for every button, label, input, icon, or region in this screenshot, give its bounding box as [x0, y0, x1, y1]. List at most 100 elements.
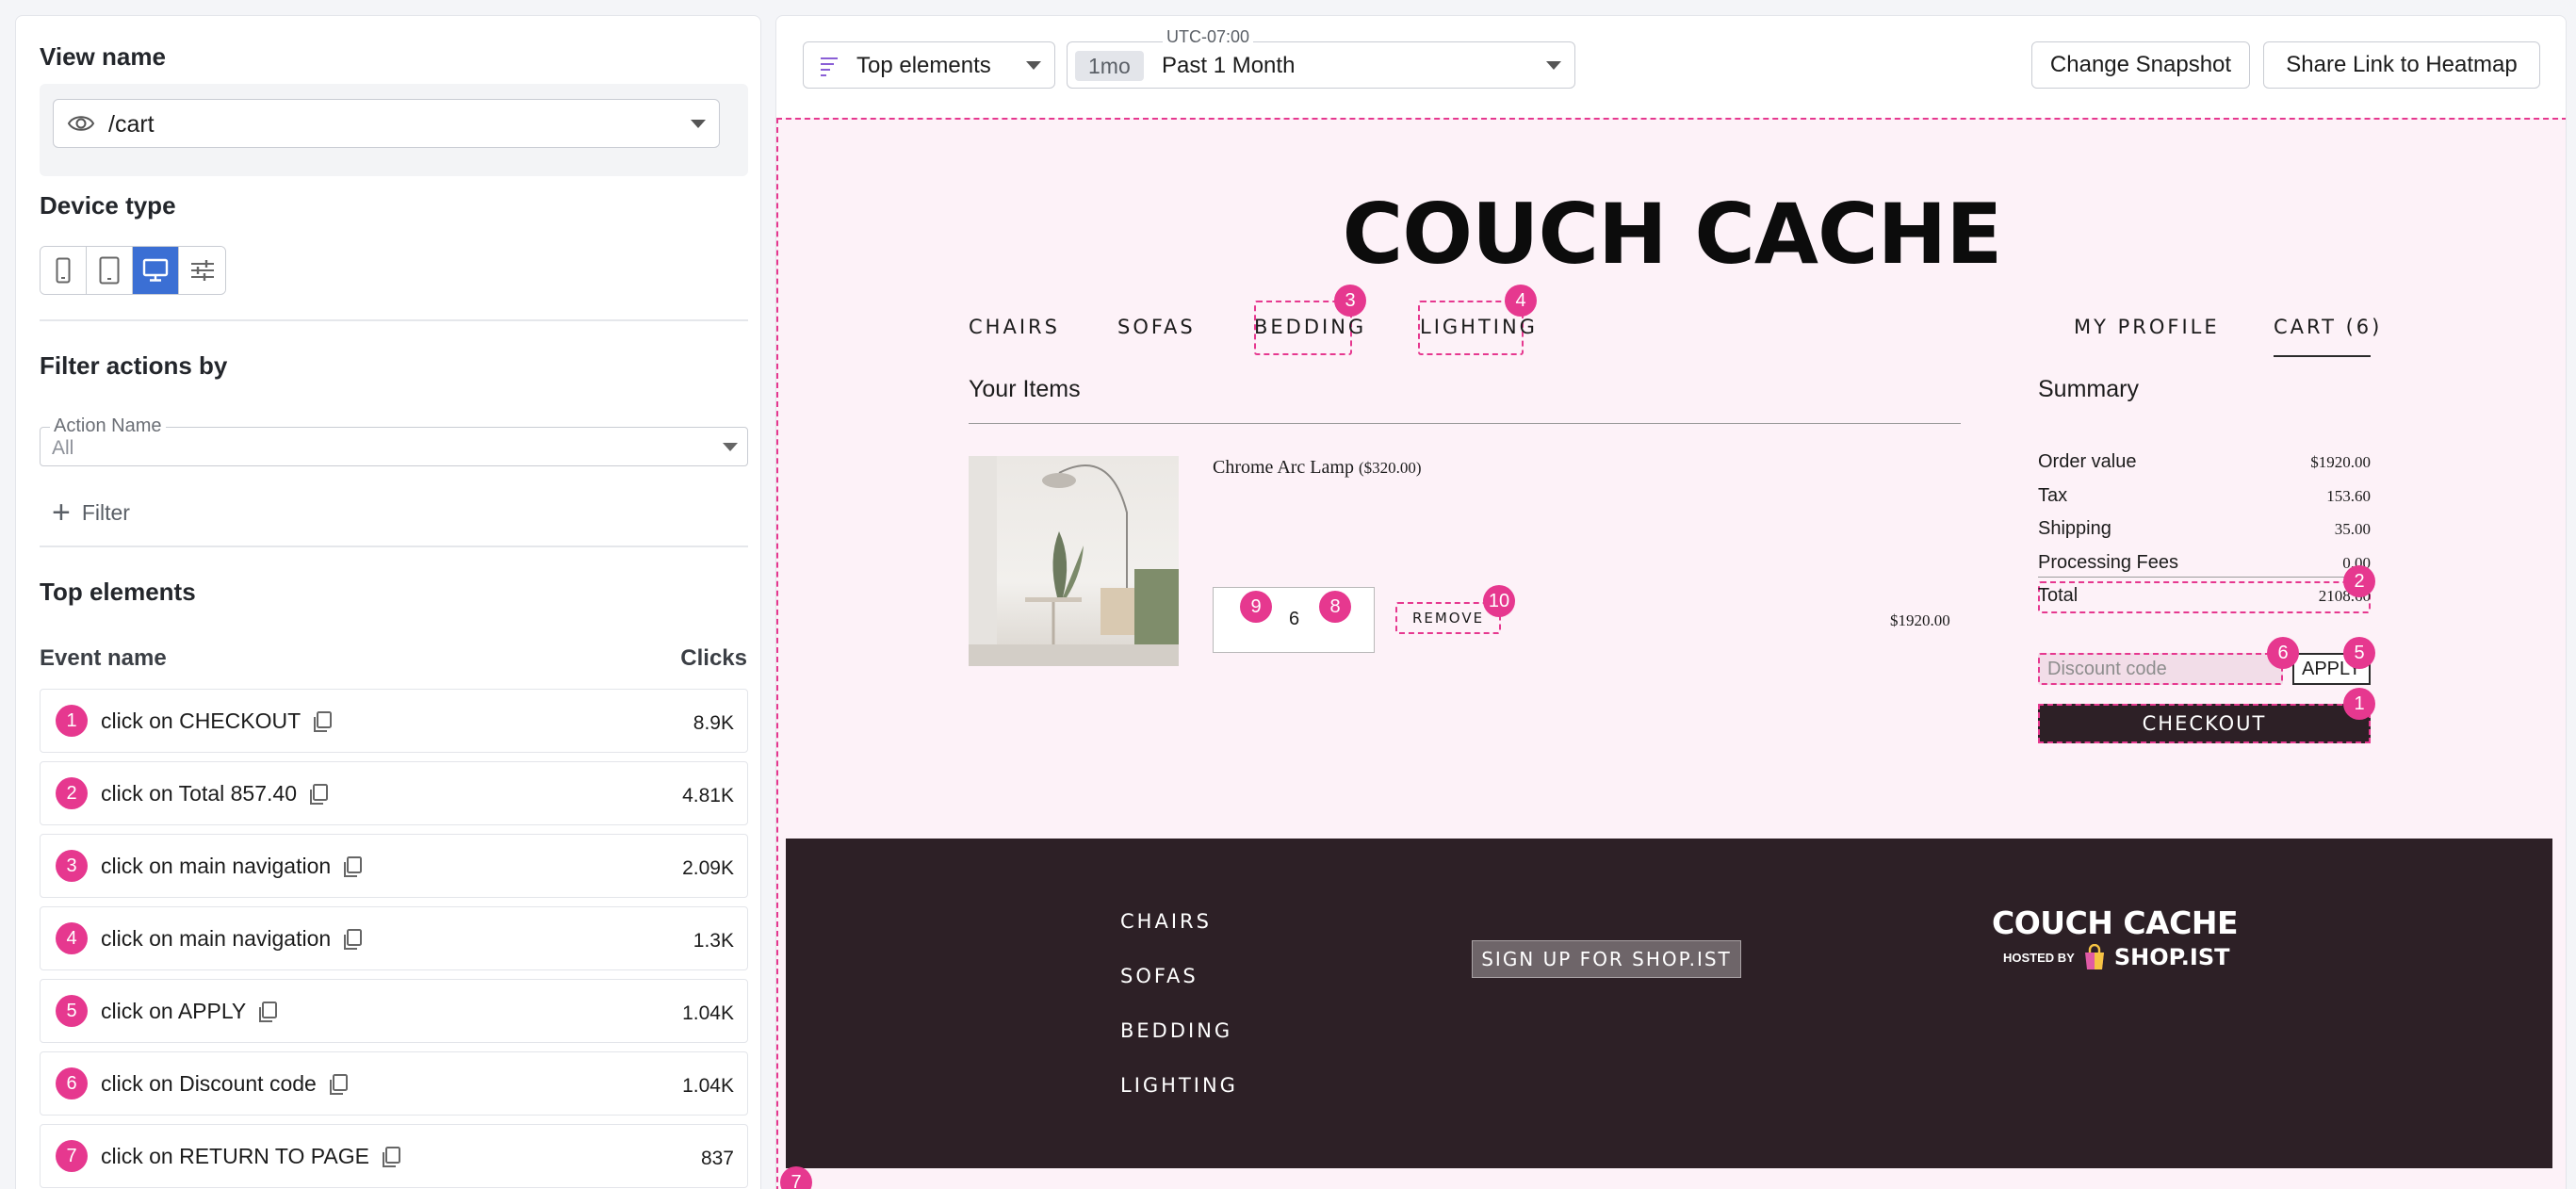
- nav-bedding[interactable]: BEDDING: [1254, 316, 1366, 338]
- copy-icon[interactable]: [381, 1146, 401, 1168]
- summary-label: Order value: [2038, 451, 2137, 472]
- quantity-stepper[interactable]: 6: [1213, 587, 1375, 653]
- lamp-photo: [969, 456, 1179, 666]
- event-row[interactable]: 5 click on APPLY 1.04K: [40, 979, 748, 1043]
- event-name: click on main navigation: [101, 854, 332, 878]
- marker-4[interactable]: 4: [1505, 285, 1537, 317]
- copy-icon[interactable]: [312, 710, 333, 733]
- marker-7[interactable]: 7: [780, 1166, 812, 1189]
- device-mobile-button[interactable]: [41, 247, 87, 294]
- device-tablet-button[interactable]: [87, 247, 133, 294]
- device-desktop-button[interactable]: [133, 247, 179, 294]
- copy-icon[interactable]: [257, 1001, 278, 1023]
- event-name-cell: click on Discount code: [101, 1071, 349, 1097]
- copy-icon[interactable]: [328, 1073, 349, 1096]
- marker-2[interactable]: 2: [2343, 565, 2375, 597]
- product-unit-price: ($320.00): [1358, 459, 1422, 477]
- device-type-title: Device type: [40, 191, 176, 220]
- copy-icon[interactable]: [308, 783, 329, 806]
- footer-nav-bedding[interactable]: BEDDING: [1120, 1019, 1232, 1042]
- event-clicks: 1.3K: [693, 930, 734, 952]
- nav-sofas[interactable]: SOFAS: [1117, 316, 1196, 338]
- view-name-select[interactable]: /cart: [53, 99, 720, 148]
- cart-underline: [2274, 355, 2371, 357]
- event-rank-badge: 6: [56, 1067, 88, 1099]
- time-range-select[interactable]: 1mo Past 1 Month: [1067, 41, 1575, 89]
- view-name-wrap: /cart: [40, 84, 748, 176]
- footer-nav-chairs[interactable]: CHAIRS: [1120, 910, 1212, 933]
- list-sort-icon: [821, 57, 838, 76]
- copy-icon[interactable]: [342, 855, 363, 878]
- hosted-by: HOSTED BY SHOP.IST: [2003, 944, 2230, 970]
- checkout-button[interactable]: CHECKOUT: [2038, 704, 2371, 743]
- marker-6[interactable]: 6: [2267, 637, 2299, 669]
- summary-heading: Summary: [2038, 376, 2139, 402]
- marker-5[interactable]: 5: [2343, 637, 2375, 669]
- event-clicks: 837: [700, 1148, 734, 1169]
- mode-value: Top elements: [856, 53, 991, 78]
- range-chip: 1mo: [1075, 51, 1144, 81]
- event-clicks: 1.04K: [682, 1075, 734, 1097]
- event-name: click on CHECKOUT: [101, 709, 302, 733]
- marker-3[interactable]: 3: [1334, 285, 1366, 317]
- event-rank-badge: 7: [56, 1140, 88, 1172]
- shop-name: SHOP.IST: [2113, 944, 2230, 970]
- action-name-label: Action Name: [50, 415, 166, 437]
- event-name: click on main navigation: [101, 926, 332, 951]
- nav-cart[interactable]: CART (6): [2274, 316, 2382, 338]
- tablet-icon: [99, 256, 120, 285]
- share-link-button[interactable]: Share Link to Heatmap: [2263, 41, 2540, 89]
- marker-10[interactable]: 10: [1483, 585, 1515, 617]
- eye-icon: [67, 116, 95, 131]
- event-name-cell: click on main navigation: [101, 854, 363, 879]
- divider: [40, 319, 748, 321]
- device-custom-button[interactable]: [179, 247, 225, 294]
- event-rank-badge: 1: [56, 705, 88, 737]
- add-filter-label: Filter: [81, 499, 130, 525]
- nav-my-profile[interactable]: MY PROFILE: [2074, 316, 2220, 338]
- marker-8[interactable]: 8: [1319, 591, 1351, 623]
- action-name-select[interactable]: Action Name All: [40, 415, 748, 466]
- footer-nav-lighting[interactable]: LIGHTING: [1120, 1074, 1238, 1097]
- your-items-heading: Your Items: [969, 376, 1081, 402]
- heatmap-canvas: COUCH CACHE CHAIRS SOFAS BEDDING LIGHTIN…: [776, 118, 2566, 1189]
- marker-9[interactable]: 9: [1240, 591, 1272, 623]
- event-clicks: 8.9K: [693, 712, 734, 734]
- event-row[interactable]: 4 click on main navigation 1.3K: [40, 906, 748, 970]
- event-name: click on RETURN TO PAGE: [101, 1144, 370, 1168]
- event-row[interactable]: 7 click on RETURN TO PAGE 837: [40, 1124, 748, 1188]
- event-clicks: 1.04K: [682, 1002, 734, 1024]
- quantity-value: 6: [1289, 609, 1300, 629]
- line-total: $1920.00: [1890, 611, 1950, 629]
- event-clicks: 2.09K: [682, 857, 734, 879]
- nav-lighting[interactable]: LIGHTING: [1420, 316, 1538, 338]
- event-row[interactable]: 3 click on main navigation 2.09K: [40, 834, 748, 898]
- filter-actions-title: Filter actions by: [40, 351, 228, 380]
- clicks-header: Clicks: [680, 645, 747, 671]
- total-row[interactable]: Total 2108.60: [2038, 585, 2371, 607]
- event-name-cell: click on APPLY: [101, 999, 278, 1024]
- product-name[interactable]: Chrome Arc Lamp: [1213, 457, 1354, 478]
- marker-1[interactable]: 1: [2343, 688, 2375, 720]
- add-filter-button[interactable]: + Filter: [52, 497, 130, 529]
- event-name: click on APPLY: [101, 999, 247, 1023]
- footer-nav-sofas[interactable]: SOFAS: [1120, 965, 1198, 987]
- range-value: Past 1 Month: [1162, 53, 1296, 78]
- summary-label: Tax: [2038, 485, 2068, 506]
- change-snapshot-button[interactable]: Change Snapshot: [2031, 41, 2250, 89]
- signup-button[interactable]: SIGN UP FOR SHOP.IST: [1472, 940, 1741, 978]
- divider: [969, 423, 1961, 424]
- discount-code-input[interactable]: Discount code: [2038, 653, 2283, 685]
- event-clicks: 4.81K: [682, 785, 734, 806]
- mode-select[interactable]: Top elements: [803, 41, 1055, 89]
- summary-label: Shipping: [2038, 518, 2111, 539]
- event-row[interactable]: 6 click on Discount code 1.04K: [40, 1051, 748, 1116]
- nav-chairs[interactable]: CHAIRS: [969, 316, 1060, 338]
- event-name: click on Discount code: [101, 1071, 317, 1096]
- divider: [2038, 577, 2371, 578]
- summary-row: Tax 153.60: [2038, 485, 2371, 507]
- copy-icon[interactable]: [342, 928, 363, 951]
- event-row[interactable]: 2 click on Total 857.40 4.81K: [40, 761, 748, 825]
- event-row[interactable]: 1 click on CHECKOUT 8.9K: [40, 689, 748, 753]
- product-name-line: Chrome Arc Lamp ($320.00): [1213, 457, 1422, 479]
